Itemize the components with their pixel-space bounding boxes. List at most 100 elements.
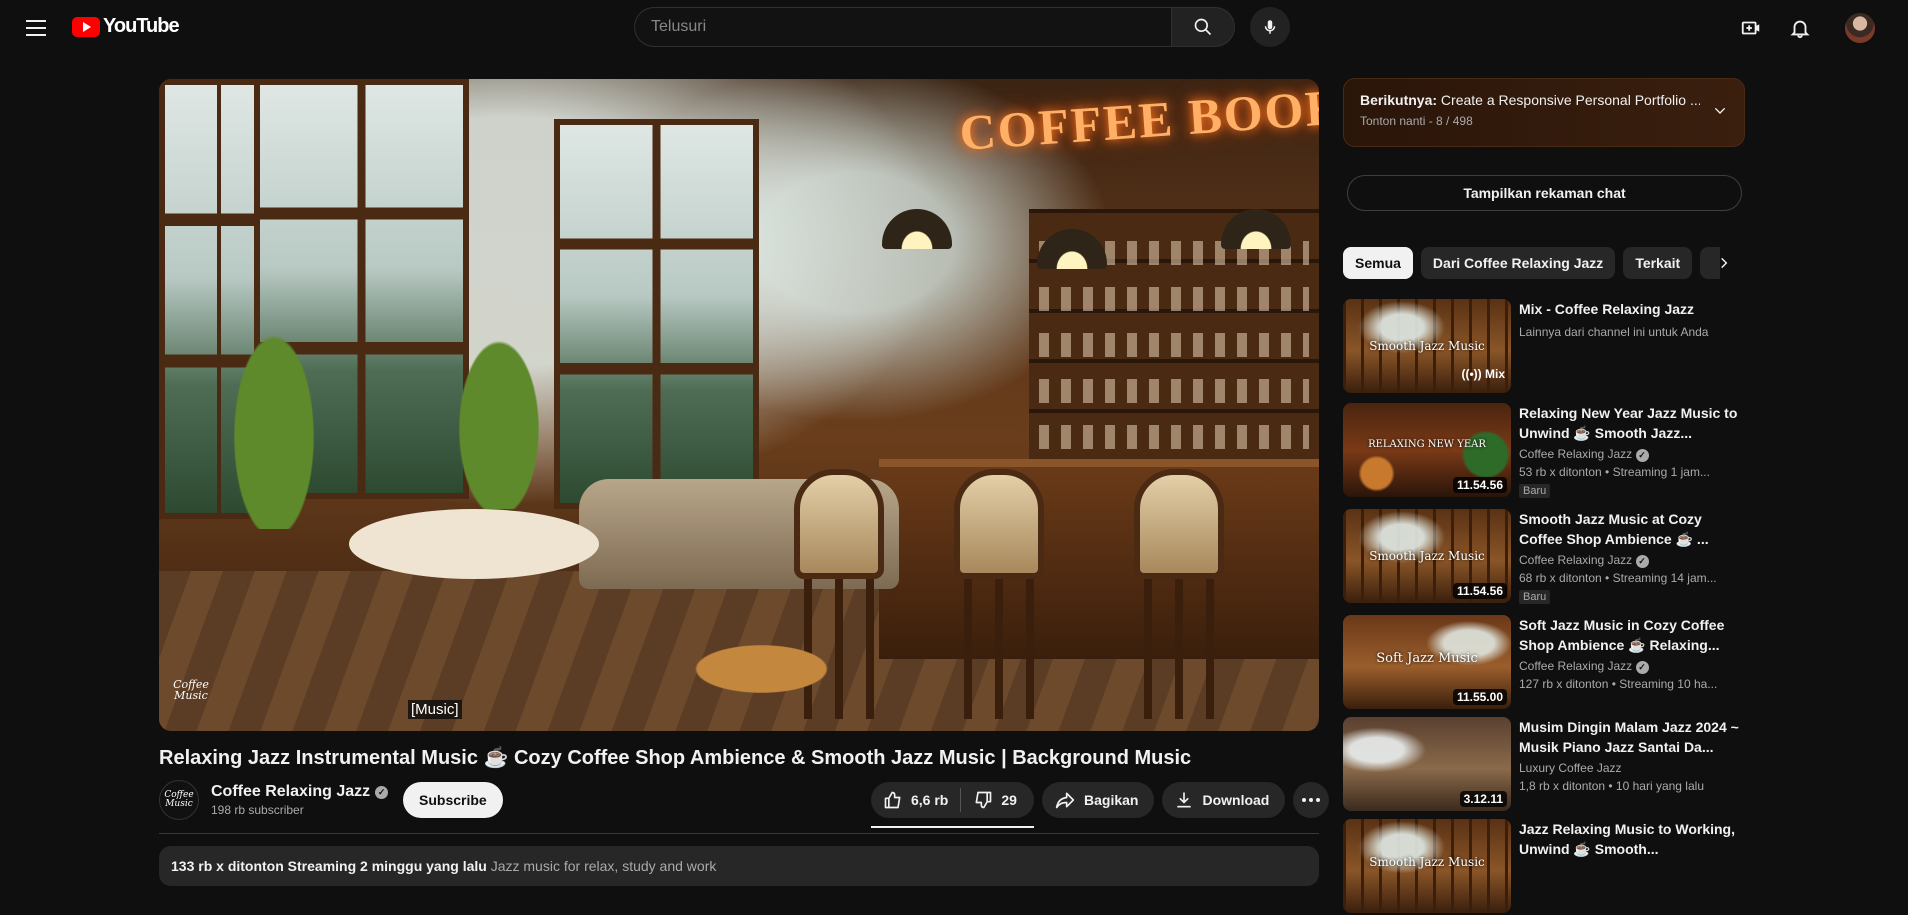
view-stats: 133 rb x ditonton Streaming 2 minggu yan… xyxy=(171,858,487,874)
create-button[interactable] xyxy=(1737,14,1765,42)
channel-name-text: Coffee Relaxing Jazz xyxy=(211,783,371,800)
mix-badge: ((•)) Mix xyxy=(1461,367,1505,381)
recommendation-channel: Lainnya dari channel ini untuk Anda xyxy=(1519,325,1709,339)
playlist-next-panel[interactable]: Berikutnya: Create a Responsive Personal… xyxy=(1343,78,1745,147)
bell-icon xyxy=(1790,20,1810,39)
plant xyxy=(219,299,329,529)
mix-label: Mix xyxy=(1484,367,1505,381)
channel-avatar[interactable]: Coffee Music xyxy=(159,780,199,820)
video-thumbnail[interactable]: Smooth Jazz Music xyxy=(1343,819,1511,913)
video-player[interactable]: COFFEE BOOK SHOP Coffee Music [Music] xyxy=(159,79,1319,731)
description-box[interactable]: 133 rb x ditonton Streaming 2 minggu yan… xyxy=(159,846,1319,886)
video-thumbnail[interactable]: Smooth Jazz Music 11.54.56 xyxy=(1343,509,1511,603)
recommendation-item[interactable]: RELAXING NEW YEAR 11.54.56 Relaxing New … xyxy=(1343,403,1743,499)
recommendation-stats: 68 rb x ditonton • Streaming 14 jam... xyxy=(1519,571,1717,585)
chevron-down-icon[interactable] xyxy=(1712,103,1728,119)
bar-stool xyxy=(1134,469,1224,719)
recommendation-title[interactable]: Relaxing New Year Jazz Music to Unwind ☕… xyxy=(1519,403,1743,443)
recommendation-item[interactable]: Smooth Jazz Music Jazz Relaxing Music to… xyxy=(1343,819,1743,915)
notifications-button[interactable] xyxy=(1786,14,1814,42)
download-icon xyxy=(1177,792,1192,808)
window-center xyxy=(554,119,759,509)
like-count: 6,6 rb xyxy=(911,792,949,808)
more-icon xyxy=(1302,798,1321,802)
channel-watermark[interactable]: Coffee Music xyxy=(165,679,217,723)
recommendation-info: Relaxing New Year Jazz Music to Unwind ☕… xyxy=(1519,403,1743,499)
sleeping-dog xyxy=(679,639,829,699)
thumbnail-text: Smooth Jazz Music xyxy=(1369,549,1485,563)
like-underline xyxy=(871,826,1034,828)
thumbnail-text: Soft Jazz Music xyxy=(1376,651,1478,666)
channel-name[interactable]: Coffee Relaxing Jazz ✓ xyxy=(211,783,389,801)
more-actions-button[interactable] xyxy=(1293,782,1330,818)
next-up: Berikutnya: Create a Responsive Personal… xyxy=(1360,92,1700,108)
recommendation-title[interactable]: Mix - Coffee Relaxing Jazz xyxy=(1519,299,1743,319)
video-title: Relaxing Jazz Instrumental Music ☕ Cozy … xyxy=(159,747,1192,769)
search-box xyxy=(634,7,1235,47)
duration-badge: 11.54.56 xyxy=(1452,583,1507,599)
related-filter-chips: Semua Dari Coffee Relaxing Jazz Terkait xyxy=(1343,247,1721,279)
thumbnail-text: RELAXING NEW YEAR xyxy=(1368,439,1486,450)
divider xyxy=(159,833,1319,834)
youtube-logo[interactable]: YouTube xyxy=(72,15,180,38)
recommendation-stats: 53 rb x ditonton • Streaming 1 jam... xyxy=(1519,465,1710,479)
video-thumbnail[interactable]: Smooth Jazz Music ((•)) Mix xyxy=(1343,299,1511,393)
show-chat-replay-button[interactable]: Tampilkan rekaman chat xyxy=(1347,175,1742,211)
recommendation-title[interactable]: Musim Dingin Malam Jazz 2024 ~ Musik Pia… xyxy=(1519,717,1743,757)
dislike-button[interactable]: 29 xyxy=(961,782,1029,818)
chip-related[interactable]: Terkait xyxy=(1623,247,1693,279)
account-avatar[interactable] xyxy=(1845,13,1875,43)
plant xyxy=(444,309,554,509)
chip-all[interactable]: Semua xyxy=(1343,247,1413,279)
video-thumbnail[interactable]: RELAXING NEW YEAR 11.54.56 xyxy=(1343,403,1511,497)
duration-badge: 11.55.00 xyxy=(1452,689,1507,705)
search-icon xyxy=(1194,18,1212,36)
verified-icon: ✓ xyxy=(375,785,389,799)
voice-search-button[interactable] xyxy=(1250,7,1290,47)
duration-badge: 3.12.11 xyxy=(1459,791,1507,807)
youtube-play-icon xyxy=(72,16,100,37)
recommendation-channel: Coffee Relaxing Jazz ✓ xyxy=(1519,445,1743,463)
share-icon xyxy=(1055,792,1075,809)
chips-next-button[interactable] xyxy=(1706,247,1742,279)
recommendation-info: Musim Dingin Malam Jazz 2024 ~ Musik Pia… xyxy=(1519,717,1743,795)
video-thumbnail[interactable]: 3.12.11 xyxy=(1343,717,1511,811)
microphone-icon xyxy=(1264,20,1276,34)
scene-sign: COFFEE BOOK SHOP xyxy=(957,79,1319,161)
recommendation-title[interactable]: Smooth Jazz Music at Cozy Coffee Shop Am… xyxy=(1519,509,1743,549)
like-button[interactable]: 6,6 rb xyxy=(871,782,960,818)
logo-text: YouTube xyxy=(103,15,180,37)
chip-from-channel[interactable]: Dari Coffee Relaxing Jazz xyxy=(1420,247,1616,279)
recommendation-item[interactable]: Smooth Jazz Music 11.54.56 Smooth Jazz M… xyxy=(1343,509,1743,605)
share-button[interactable]: Bagikan xyxy=(1042,782,1155,818)
scene-counter xyxy=(879,459,1319,659)
owner-text: Coffee Relaxing Jazz ✓ 198 rb subscriber xyxy=(211,783,389,817)
recommendation-title[interactable]: Jazz Relaxing Music to Working, Unwind ☕… xyxy=(1519,819,1743,859)
recommendation-title[interactable]: Soft Jazz Music in Cozy Coffee Shop Ambi… xyxy=(1519,615,1743,655)
recommendation-item[interactable]: Soft Jazz Music 11.55.00 Soft Jazz Music… xyxy=(1343,615,1743,711)
download-button[interactable]: Download xyxy=(1162,782,1286,818)
video-caption: [Music] xyxy=(408,700,462,719)
bar-stool xyxy=(954,469,1044,719)
recommendation-info: Mix - Coffee Relaxing Jazz Lainnya dari … xyxy=(1519,299,1743,341)
recommendation-info: Jazz Relaxing Music to Working, Unwind ☕… xyxy=(1519,819,1743,859)
menu-icon[interactable] xyxy=(20,14,52,42)
subscribe-button[interactable]: Subscribe xyxy=(403,782,503,818)
new-badge: Baru xyxy=(1519,590,1551,604)
pendant-lamp xyxy=(882,209,952,249)
new-badge: Baru xyxy=(1519,484,1551,498)
recommendation-channel: Luxury Coffee Jazz xyxy=(1519,761,1622,775)
recommendation-item[interactable]: 3.12.11 Musim Dingin Malam Jazz 2024 ~ M… xyxy=(1343,717,1743,813)
recommendation-stats: 127 rb x ditonton • Streaming 10 ha... xyxy=(1519,677,1718,691)
search-input[interactable] xyxy=(634,7,1171,47)
scene-table xyxy=(349,509,599,579)
search-button[interactable] xyxy=(1171,7,1235,47)
next-title: Create a Responsive Personal Portfolio .… xyxy=(1440,92,1700,108)
recommendation-item[interactable]: Smooth Jazz Music ((•)) Mix Mix - Coffee… xyxy=(1343,299,1743,395)
video-owner: Coffee Music Coffee Relaxing Jazz ✓ 198 … xyxy=(159,780,389,820)
thumbnail-text: Smooth Jazz Music xyxy=(1369,855,1485,869)
video-thumbnail[interactable]: Soft Jazz Music 11.55.00 xyxy=(1343,615,1511,709)
like-dislike-group: 6,6 rb 29 xyxy=(871,782,1034,828)
thumbnail-text: Smooth Jazz Music xyxy=(1369,339,1485,353)
download-label: Download xyxy=(1202,792,1270,808)
